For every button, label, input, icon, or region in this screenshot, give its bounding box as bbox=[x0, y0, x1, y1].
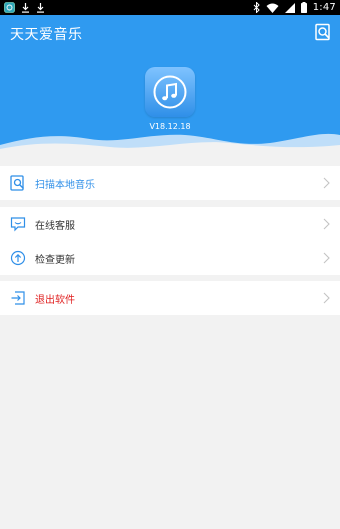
menu-item-scan-local-music[interactable]: 扫描本地音乐 bbox=[0, 166, 340, 200]
menu-label-scan: 扫描本地音乐 bbox=[35, 179, 95, 191]
menu-label-update: 检查更新 bbox=[35, 254, 75, 266]
exit-icon bbox=[10, 290, 26, 306]
app-notification-icon bbox=[4, 2, 15, 13]
signal-icon bbox=[284, 2, 295, 13]
status-bar: 1:47 bbox=[0, 0, 340, 15]
menu-label-service: 在线客服 bbox=[35, 220, 75, 232]
scan-search-button[interactable] bbox=[312, 21, 334, 43]
system-status-area: 1:47 bbox=[253, 2, 336, 13]
app-header: 天天爱音乐 V18.12.18 bbox=[0, 15, 340, 153]
bluetooth-icon bbox=[253, 2, 260, 13]
menu-item-online-service[interactable]: 在线客服 bbox=[0, 207, 340, 241]
chevron-right-icon bbox=[323, 218, 330, 230]
app-title: 天天爱音乐 bbox=[10, 27, 83, 43]
chevron-right-icon bbox=[323, 292, 330, 304]
music-note-icon bbox=[153, 75, 187, 109]
wifi-icon bbox=[266, 3, 279, 13]
app-logo bbox=[145, 67, 195, 117]
notification-area bbox=[4, 2, 45, 13]
status-time: 1:47 bbox=[312, 2, 336, 13]
menu-label-exit: 退出软件 bbox=[35, 294, 75, 306]
header-wave bbox=[0, 133, 340, 153]
menu-item-check-update[interactable]: 检查更新 bbox=[0, 241, 340, 275]
chat-icon bbox=[10, 216, 26, 232]
chevron-right-icon bbox=[323, 252, 330, 264]
battery-icon bbox=[300, 2, 307, 13]
chevron-right-icon bbox=[323, 177, 330, 189]
menu-item-exit[interactable]: 退出软件 bbox=[0, 281, 340, 315]
download-icon bbox=[21, 2, 30, 13]
upload-circle-icon bbox=[10, 250, 26, 266]
download-icon bbox=[36, 2, 45, 13]
search-document-icon bbox=[315, 23, 330, 41]
scan-icon bbox=[10, 175, 26, 191]
